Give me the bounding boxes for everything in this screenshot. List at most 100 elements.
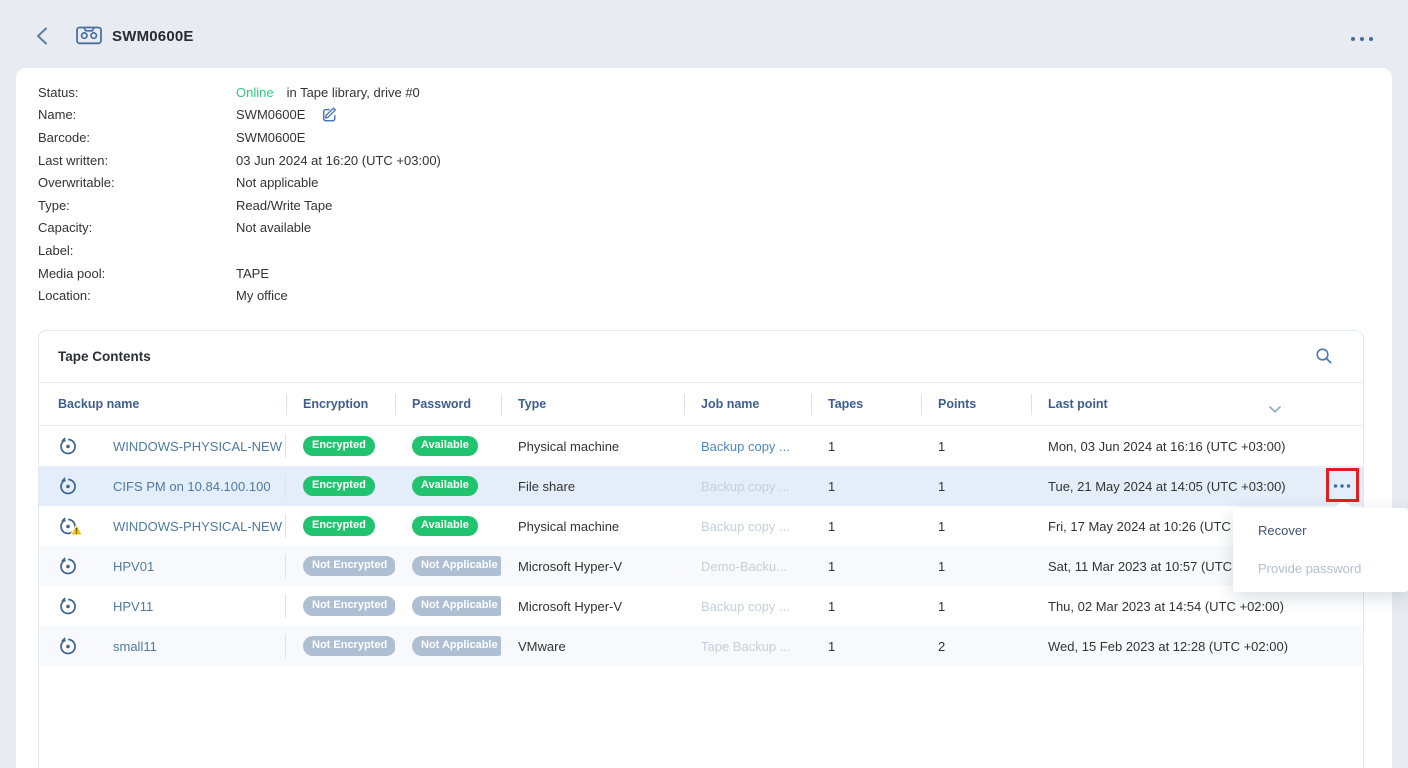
table-row[interactable]: WINDOWS-PHYSICAL-NEW Encrypted Available…	[39, 506, 1363, 546]
password-badge: Not Applicable	[412, 636, 501, 656]
column-header-last-point[interactable]: Last point	[1031, 383, 1363, 425]
job-name-link[interactable]: Tape Backup ...	[701, 639, 791, 654]
table-row[interactable]: small11 Not Encrypted.. Not Applicable. …	[39, 626, 1363, 666]
tapes-count: 1	[811, 546, 921, 586]
backup-history-icon	[58, 476, 78, 496]
detail-value: Read/Write Tape	[236, 198, 332, 213]
column-header-type[interactable]: Type	[501, 383, 684, 425]
password-badge: Available	[412, 516, 478, 536]
column-header-password[interactable]: Password	[395, 383, 501, 425]
detail-row-status: Status: Online in Tape library, drive #0	[38, 81, 441, 104]
detail-label: Location:	[38, 288, 236, 303]
backup-type: Microsoft Hyper-V	[501, 586, 684, 626]
detail-row-label: Label:	[38, 239, 441, 262]
tapes-count: 1	[811, 586, 921, 626]
tapes-count: 1	[811, 426, 921, 466]
detail-row-overwritable: Overwritable: Not applicable	[38, 171, 441, 194]
encryption-badge: Not Encrypted	[303, 596, 395, 616]
page-title: SWM0600E	[112, 28, 194, 45]
tape-contents-card: Tape Contents Backup name Encryption Pas…	[38, 330, 1364, 768]
job-name-link[interactable]: Backup copy ...	[701, 599, 790, 614]
job-name-link[interactable]: Demo-Backu...	[701, 559, 787, 574]
password-badge: Available	[412, 476, 478, 496]
table-header-row: Backup name Encryption Password Type Job…	[39, 383, 1363, 426]
column-header-job-name[interactable]: Job name	[684, 383, 811, 425]
job-name-link[interactable]: Backup copy ...	[701, 479, 790, 494]
detail-label: Type:	[38, 198, 236, 213]
encryption-badge: Not Encrypted	[303, 636, 395, 656]
detail-value: Not applicable	[236, 175, 318, 190]
table-body: WINDOWS-PHYSICAL-NEW Encrypted Available…	[39, 426, 1363, 666]
main-panel: Status: Online in Tape library, drive #0…	[16, 68, 1392, 768]
tape-details-list: Status: Online in Tape library, drive #0…	[38, 81, 441, 307]
menu-item-recover[interactable]: Recover	[1233, 511, 1408, 549]
backup-name[interactable]: WINDOWS-PHYSICAL-NEW	[113, 519, 282, 534]
points-count: 1	[921, 466, 1031, 506]
row-actions-ellipsis-button[interactable]	[1329, 474, 1355, 498]
detail-row-last-written: Last written: 03 Jun 2024 at 16:20 (UTC …	[38, 149, 441, 172]
detail-row-location: Location: My office	[38, 284, 441, 307]
password-badge: Not Applicable	[412, 596, 501, 616]
detail-value: My office	[236, 288, 288, 303]
backup-name[interactable]: WINDOWS-PHYSICAL-NEW	[113, 439, 282, 454]
tapes-count: 1	[811, 466, 921, 506]
points-count: 1	[921, 506, 1031, 546]
password-badge: Available	[412, 436, 478, 456]
encryption-badge: Encrypted	[303, 516, 375, 536]
backup-history-icon	[58, 596, 78, 616]
status-note: in Tape library, drive #0	[287, 85, 420, 100]
tape-cassette-icon	[76, 25, 102, 51]
backup-name[interactable]: CIFS PM on 10.84.100.100	[113, 479, 271, 494]
menu-item-provide-password[interactable]: Provide password	[1233, 549, 1408, 587]
last-point: Wed, 15 Feb 2023 at 12:28 (UTC +02:00)	[1031, 626, 1363, 666]
column-header-encryption[interactable]: Encryption	[286, 383, 395, 425]
context-menu: Recover Provide password	[1233, 508, 1408, 592]
status-badge: Online	[236, 85, 274, 100]
backup-name[interactable]: HPV01	[113, 559, 154, 574]
backup-history-icon	[58, 636, 78, 656]
backup-name[interactable]: small11	[113, 639, 157, 654]
column-header-backup-name[interactable]: Backup name	[39, 383, 286, 425]
detail-label: Last written:	[38, 153, 236, 168]
encryption-badge: Not Encrypted	[303, 556, 395, 576]
back-button[interactable]	[35, 27, 51, 45]
backup-name[interactable]: HPV11	[113, 599, 153, 614]
detail-label: Name:	[38, 107, 236, 122]
points-count: 1	[921, 586, 1031, 626]
table-row[interactable]: HPV01 Not Encrypted.. Not Applicable. Mi…	[39, 546, 1363, 586]
detail-value: TAPE	[236, 266, 269, 281]
detail-label: Status:	[38, 85, 236, 100]
backup-type: Physical machine	[501, 506, 684, 546]
backup-type: VMware	[501, 626, 684, 666]
detail-label: Media pool:	[38, 266, 236, 281]
card-title: Tape Contents	[58, 349, 151, 364]
table-row[interactable]: WINDOWS-PHYSICAL-NEW Encrypted Available…	[39, 426, 1363, 466]
tapes-count: 1	[811, 626, 921, 666]
detail-value: SWM0600E	[236, 130, 305, 145]
last-point: Thu, 02 Mar 2023 at 14:54 (UTC +02:00)	[1031, 586, 1363, 626]
detail-row-barcode: Barcode: SWM0600E	[38, 126, 441, 149]
sort-chevron-down-icon[interactable]	[1269, 401, 1281, 419]
detail-label: Capacity:	[38, 220, 236, 235]
backup-type: Physical machine	[501, 426, 684, 466]
job-name-link[interactable]: Backup copy ...	[701, 519, 790, 534]
backup-history-icon	[58, 516, 78, 536]
backup-history-icon	[58, 556, 78, 576]
points-count: 1	[921, 546, 1031, 586]
search-icon[interactable]	[1313, 345, 1337, 369]
backup-type: File share	[501, 466, 684, 506]
detail-value: Not available	[236, 220, 311, 235]
job-name-link[interactable]: Backup copy ...	[701, 439, 790, 454]
detail-label: Label:	[38, 243, 236, 258]
edit-name-icon[interactable]	[321, 106, 339, 124]
top-header: SWM0600E	[0, 0, 1408, 68]
column-header-tapes[interactable]: Tapes	[811, 383, 921, 425]
table-row[interactable]: HPV11 Not Encrypted.. Not Applicable. Mi…	[39, 586, 1363, 626]
context-menu-caret	[1334, 500, 1352, 508]
table-row[interactable]: CIFS PM on 10.84.100.100 Encrypted Avail…	[39, 466, 1363, 506]
detail-label: Overwritable:	[38, 175, 236, 190]
last-point: Mon, 03 Jun 2024 at 16:16 (UTC +03:00)	[1031, 426, 1363, 466]
detail-row-type: Type: Read/Write Tape	[38, 194, 441, 217]
header-more-button[interactable]	[1350, 30, 1374, 38]
column-header-points[interactable]: Points	[921, 383, 1031, 425]
